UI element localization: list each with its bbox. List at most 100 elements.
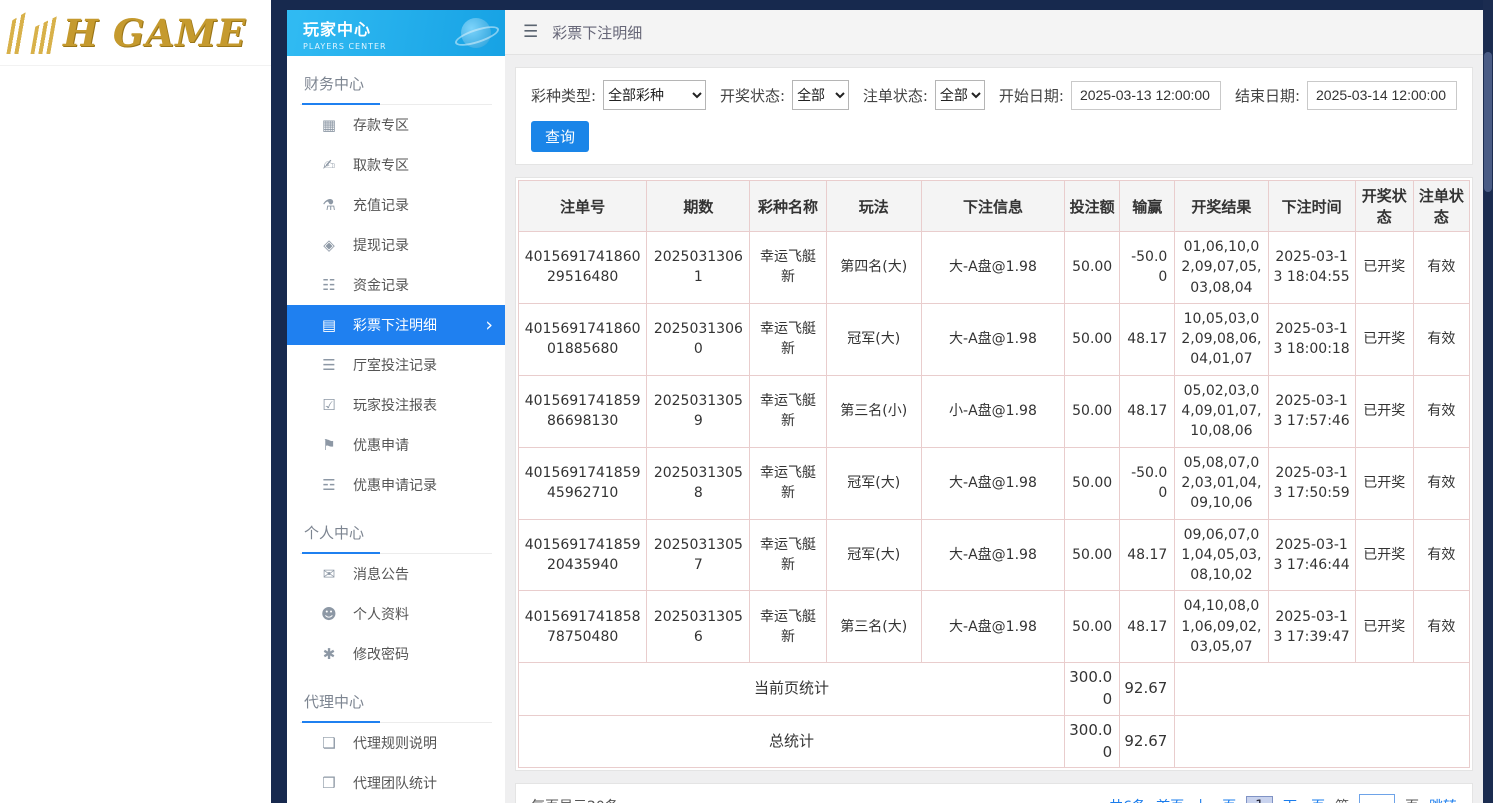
page-label-pre: 第 (1335, 796, 1349, 803)
table-cell: 50.00 (1065, 447, 1120, 519)
table-cell: 401569174186001885680 (519, 303, 647, 375)
summary-winloss-total: 92.67 (1120, 663, 1175, 716)
summary-row: 当前页统计300.0092.67 (519, 663, 1470, 716)
page-scrollbar-thumb[interactable] (1484, 52, 1492, 192)
table-cell: 48.17 (1120, 591, 1175, 663)
promo-icon: ⚑ (320, 436, 338, 454)
chevron-right-icon: › (485, 316, 493, 335)
table-cell: 2025-03-13 17:57:46 (1268, 375, 1355, 447)
sidebar-item-withdrawal-records[interactable]: ◈提现记录 (287, 225, 505, 265)
summary-row: 总统计300.0092.67 (519, 715, 1470, 768)
page-scrollbar-track[interactable] (1483, 0, 1493, 803)
left-navy-strip (271, 0, 287, 803)
table-body: 40156917418602951648020250313061幸运飞艇新第四名… (519, 232, 1470, 768)
table-cell: 09,06,07,01,04,05,03,08,10,02 (1175, 519, 1268, 591)
sidebar-item-label: 修改密码 (353, 644, 409, 664)
table-cell: 2025-03-13 17:50:59 (1268, 447, 1355, 519)
table-cell: 幸运飞艇新 (750, 303, 826, 375)
order-status-select[interactable]: 全部 (935, 80, 985, 110)
sidebar-item-agent-rules[interactable]: ❏代理规则说明 (287, 723, 505, 763)
current-page-badge[interactable]: 1 (1246, 796, 1273, 803)
sidebar-item-label: 取款专区 (353, 155, 409, 175)
key-icon: ✱ (320, 645, 338, 663)
prev-page-link[interactable]: 上一页 (1194, 796, 1236, 803)
table-cell: 401569174185878750480 (519, 591, 647, 663)
table-cell: 20250313057 (647, 519, 750, 591)
table-cell: 2025-03-13 17:46:44 (1268, 519, 1355, 591)
sidebar-item-promo-application-records[interactable]: ☲ 优惠申请记录 (287, 465, 505, 505)
first-page-link[interactable]: 首页 (1156, 796, 1184, 803)
table-cell: 401569174185920435940 (519, 519, 647, 591)
sidebar-item-label: 存款专区 (353, 115, 409, 135)
jump-link[interactable]: 跳转 (1429, 796, 1457, 803)
draw-status-select[interactable]: 全部 (792, 80, 849, 110)
table-cell: 48.17 (1120, 375, 1175, 447)
summary-winloss-total: 92.67 (1120, 715, 1175, 768)
sidebar-item-player-bet-report[interactable]: ☑玩家投注报表 (287, 385, 505, 425)
table-cell: 50.00 (1065, 591, 1120, 663)
table-cell: 48.17 (1120, 519, 1175, 591)
table-cell: 幸运飞艇新 (750, 591, 826, 663)
table-row: 40156917418602951648020250313061幸运飞艇新第四名… (519, 232, 1470, 304)
sidebar-item-profile[interactable]: ☻个人资料 (287, 594, 505, 634)
table-cell: 有效 (1413, 232, 1469, 304)
table-cell: 已开奖 (1355, 375, 1413, 447)
sidebar-item-label: 优惠申请 (353, 435, 409, 455)
top-navy-bar (271, 0, 1493, 10)
table-cell: 大-A盘@1.98 (921, 303, 1064, 375)
column-header: 输赢 (1120, 181, 1175, 232)
sidebar-item-label: 个人资料 (353, 604, 409, 624)
page-title: 彩票下注明细 (552, 22, 642, 43)
page-jump-input[interactable] (1359, 794, 1395, 803)
end-date-input[interactable] (1307, 81, 1457, 110)
sidebar-item-change-password[interactable]: ✱ 修改密码 (287, 634, 505, 674)
table-cell: 幸运飞艇新 (750, 447, 826, 519)
hamburger-menu-icon[interactable]: ☰ (523, 22, 538, 42)
promo-record-icon: ☲ (320, 476, 338, 494)
table-cell: 10,05,03,02,09,08,06,04,01,07 (1175, 303, 1268, 375)
summary-label: 当前页统计 (519, 663, 1065, 716)
search-button[interactable]: 查询 (531, 121, 589, 152)
table-cell: 冠军(大) (826, 447, 921, 519)
lottery-detail-icon: ▤ (320, 316, 338, 334)
column-header: 下注信息 (921, 181, 1064, 232)
sidebar-header: 玩家中心 PLAYERS CENTER (287, 10, 505, 56)
sidebar-item-label: 玩家投注报表 (353, 395, 437, 415)
table-row: 40156917418598669813020250313059幸运飞艇新第三名… (519, 375, 1470, 447)
brand-logo: H GAME (0, 0, 271, 66)
sidebar-item-label: 优惠申请记录 (353, 475, 437, 495)
sidebar-item-promo-application[interactable]: ⚑ 优惠申请 (287, 425, 505, 465)
start-date-input[interactable] (1071, 81, 1221, 110)
table-cell: 有效 (1413, 519, 1469, 591)
table-header-row: 注单号期数彩种名称玩法下注信息投注额输赢开奖结果下注时间开奖状态注单状态 (519, 181, 1470, 232)
column-header: 期数 (647, 181, 750, 232)
sidebar-item-label: 彩票下注明细 (353, 315, 437, 335)
table-cell: 401569174185986698130 (519, 375, 647, 447)
table-cell: 有效 (1413, 303, 1469, 375)
end-date-label: 结束日期: (1235, 85, 1300, 106)
next-page-link[interactable]: 下一页 (1283, 796, 1325, 803)
column-header: 注单号 (519, 181, 647, 232)
sidebar-item-deposit-zone[interactable]: ▦ 存款专区 (287, 105, 505, 145)
sidebar-item-agent-team-stats[interactable]: ❒代理团队统计 (287, 763, 505, 803)
pagination-bar: 每页显示20条 共6条 首页 上一页 1 下一页 第 页 跳转 (515, 783, 1473, 803)
sidebar-section-title-text: 个人中心 (302, 522, 380, 554)
sidebar: 玩家中心 PLAYERS CENTER 财务中心▦存款专区✍取款专区⚗充值记录◈… (287, 10, 505, 803)
sidebar-item-announcements[interactable]: ✉消息公告 (287, 554, 505, 594)
sidebar-item-recharge-records[interactable]: ⚗充值记录 (287, 185, 505, 225)
bell-icon: ✉ (320, 565, 338, 583)
column-header: 开奖状态 (1355, 181, 1413, 232)
table-cell: 50.00 (1065, 519, 1120, 591)
sidebar-item-funds-records[interactable]: ☷资金记录 (287, 265, 505, 305)
sidebar-item-withdraw-zone[interactable]: ✍取款专区 (287, 145, 505, 185)
withdrawal-record-icon: ◈ (320, 236, 338, 254)
deposit-icon: ▦ (320, 116, 338, 134)
logo-text: H GAME (63, 11, 246, 55)
sidebar-item-label: 充值记录 (353, 195, 409, 215)
sidebar-item-lottery-bet-details[interactable]: ▤ 彩票下注明细 › (287, 305, 505, 345)
lottery-type-select[interactable]: 全部彩种 (603, 80, 706, 110)
sidebar-item-room-bet-records[interactable]: ☰厅室投注记录 (287, 345, 505, 385)
sidebar-item-label: 代理规则说明 (353, 733, 437, 753)
planet-icon (461, 18, 491, 48)
draw-status-label: 开奖状态: (720, 85, 785, 106)
